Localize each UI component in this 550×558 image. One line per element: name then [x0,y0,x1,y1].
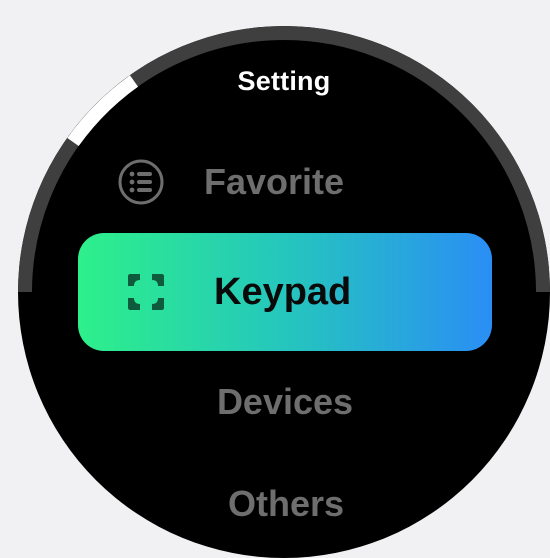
menu-item-others[interactable]: Others [18,478,550,530]
keypad-icon [128,274,164,310]
menu-item-favorite[interactable]: Favorite [118,156,468,208]
menu-item-keypad[interactable]: Keypad [78,233,492,351]
list-icon [118,159,164,205]
menu-item-label: Keypad [214,270,352,313]
menu-item-label: Others [227,483,345,524]
menu-item-label: Favorite [204,161,345,202]
page-title: Setting [237,66,331,96]
menu-item-devices[interactable]: Devices [18,376,550,428]
watch-screen: Setting Favorite Keypad Devices Others [18,26,550,558]
menu-item-label: Devices [216,381,354,422]
